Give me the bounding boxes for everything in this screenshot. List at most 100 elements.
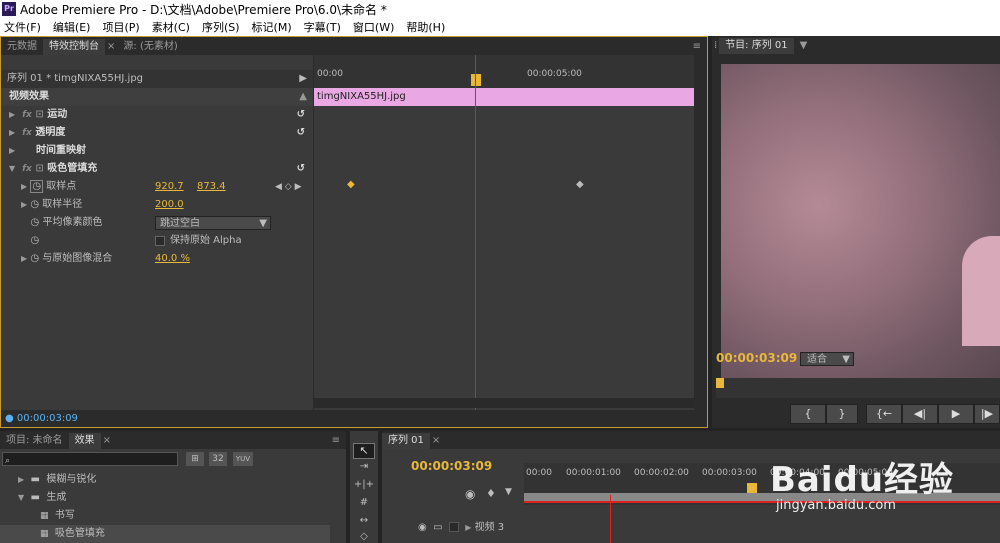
tab-effects[interactable]: 效果	[68, 433, 101, 449]
program-scrubber[interactable]	[716, 378, 1000, 398]
collapse-icon[interactable]: ▲	[299, 88, 307, 106]
menu-project[interactable]: 项目(P)	[102, 19, 139, 35]
preserve-alpha-checkbox[interactable]	[155, 236, 165, 246]
stopwatch-icon[interactable]: ◷	[30, 180, 44, 193]
film-icon[interactable]: ▭	[433, 522, 442, 533]
marker-add-icon[interactable]: ▼	[505, 487, 512, 497]
video-frame	[721, 64, 1000, 378]
menu-sequence[interactable]: 序列(S)	[202, 19, 240, 35]
effect-controls-panel: 元数据 特效控制台 × 源: (无素材) ≡ 序列 01 * timgNIXA5…	[0, 36, 708, 428]
tab-effect-controls[interactable]: 特效控制台	[43, 39, 105, 55]
menu-window[interactable]: 窗口(W)	[353, 19, 394, 35]
tree-item-generate[interactable]: ▼ ▬ 生成	[0, 489, 330, 507]
search-input[interactable]: ⌕	[2, 452, 178, 466]
tab-program[interactable]: 节目: 序列 01	[719, 38, 794, 54]
play-button[interactable]: ▶	[938, 404, 974, 424]
menu-marker[interactable]: 标记(M)	[252, 19, 292, 35]
chevron-down-icon[interactable]: ▼	[794, 38, 814, 54]
tab-metadata[interactable]: 元数据	[1, 39, 43, 55]
transform-icon: ⊡	[35, 163, 44, 174]
keyframe-icon[interactable]: ◆	[576, 179, 584, 190]
collapse-icon: ▼	[9, 164, 16, 173]
close-icon[interactable]: ×	[101, 433, 113, 449]
step-forward-button[interactable]: |▶	[974, 404, 1000, 424]
sample-point-y[interactable]: 873.4	[197, 178, 226, 196]
effect-properties: 序列 01 * timgNIXA55HJ.jpg ▶ 视频效果 ▲ ▶ fx ⊡…	[1, 55, 313, 410]
blend-value[interactable]: 40.0 %	[155, 250, 190, 268]
rate-stretch-tool-icon[interactable]: ↔	[353, 515, 375, 531]
average-color-dropdown[interactable]: 跳过空白 ▼	[155, 216, 271, 230]
stopwatch-icon[interactable]: ◷	[30, 253, 39, 264]
effect-ruler[interactable]: 00:00 00:00:05:00	[314, 55, 694, 88]
effect-timecode[interactable]: ● 00:00:03:09	[1, 410, 707, 427]
mark-in-button[interactable]: {	[790, 404, 826, 424]
marker-icon[interactable]: ♦	[486, 487, 496, 500]
prop-preserve-alpha: ◷ 保持原始 Alpha	[1, 232, 313, 250]
mark-out-button[interactable]: }	[826, 404, 858, 424]
clip-bar[interactable]: timgNIXA55HJ.jpg	[314, 88, 694, 106]
effect-motion[interactable]: ▶ fx ⊡ 运动 ↺	[1, 106, 313, 124]
effect-time-remap[interactable]: ▶ 时间重映射	[1, 142, 313, 160]
tab-project[interactable]: 项目: 未命名	[0, 433, 69, 449]
tree-item-blur-sharpen[interactable]: ▶ ▬ 模糊与锐化	[0, 471, 330, 489]
timeline-timecode[interactable]: 00:00:03:09	[411, 459, 492, 473]
ripple-edit-tool-icon[interactable]: +|+	[353, 479, 375, 495]
selection-tool-icon[interactable]: ↖	[353, 443, 375, 459]
title-bar: Pr Adobe Premiere Pro - D:\文档\Adobe\Prem…	[0, 0, 1000, 18]
effect-eyedropper-fill[interactable]: ▼ fx ⊡ 吸色管填充 ↺	[1, 160, 313, 178]
tab-sequence[interactable]: 序列 01	[382, 433, 430, 449]
grip-icon[interactable]: ⁞	[712, 38, 719, 54]
stopwatch-icon[interactable]: ◷	[31, 235, 40, 246]
program-timecode[interactable]: 00:00:03:09	[716, 351, 797, 365]
play-triangle-icon[interactable]: ▶	[299, 70, 307, 88]
sample-point-x[interactable]: 920.7	[155, 178, 184, 196]
folder-icon: ▬	[30, 492, 40, 503]
expand-icon: ▶	[21, 182, 28, 191]
playhead-handle[interactable]	[716, 378, 724, 388]
tree-item-write[interactable]: ▦ 书写	[0, 507, 330, 525]
effect-opacity[interactable]: ▶ fx 透明度 ↺	[1, 124, 313, 142]
keyframe-nav[interactable]: ◀ ◇ ▶	[275, 178, 302, 196]
track-select-tool-icon[interactable]: ⇥	[353, 461, 375, 477]
menu-clip[interactable]: 素材(C)	[152, 19, 190, 35]
panel-menu-icon[interactable]: ≡	[687, 39, 707, 55]
playhead-line	[610, 495, 611, 543]
tree-item-eyedropper-fill[interactable]: ▦ 吸色管填充	[0, 525, 330, 543]
v-scrollbar[interactable]	[694, 55, 707, 410]
window-title: Adobe Premiere Pro - D:\文档\Adobe\Premier…	[20, 2, 387, 17]
menu-file[interactable]: 文件(F)	[4, 19, 41, 35]
reset-icon[interactable]: ↺	[297, 106, 305, 124]
lock-icon[interactable]	[448, 522, 459, 532]
badge-32[interactable]: 32	[209, 452, 227, 466]
stopwatch-icon[interactable]: ◷	[31, 217, 40, 228]
snap-icon[interactable]: ◉	[465, 487, 475, 501]
eye-icon[interactable]: ◉	[418, 522, 427, 533]
rolling-edit-tool-icon[interactable]: #	[353, 497, 375, 513]
panel-menu-icon[interactable]: ≡	[326, 433, 346, 449]
tools-panel: ↖ ⇥ +|+ # ↔ ◇	[350, 431, 378, 543]
keyframe-icon[interactable]: ◆	[347, 179, 355, 190]
h-scrollbar[interactable]	[314, 398, 694, 408]
program-monitor: ⁞ 节目: 序列 01 ▼ 00:00:03:09 适合 ▼ { } {← ◀| …	[712, 36, 1000, 428]
badge-yuv[interactable]: YUV	[233, 452, 253, 466]
reset-icon[interactable]: ↺	[297, 124, 305, 142]
menu-title[interactable]: 字幕(T)	[304, 19, 341, 35]
go-to-in-button[interactable]: {←	[866, 404, 902, 424]
fit-dropdown[interactable]: 适合 ▼	[800, 352, 854, 366]
menu-help[interactable]: 帮助(H)	[406, 19, 445, 35]
menu-edit[interactable]: 编辑(E)	[53, 19, 91, 35]
sequence-label: 序列 01 * timgNIXA55HJ.jpg ▶	[1, 70, 313, 88]
stopwatch-icon[interactable]: ◷	[30, 199, 39, 210]
sample-radius-value[interactable]: 200.0	[155, 196, 184, 214]
step-back-button[interactable]: ◀|	[902, 404, 938, 424]
playhead-handle[interactable]	[471, 74, 481, 86]
expand-icon: ▶	[9, 110, 16, 119]
folder-icon: ▬	[30, 474, 40, 485]
reset-icon[interactable]: ↺	[297, 160, 305, 178]
close-icon[interactable]: ×	[105, 39, 117, 55]
tab-source[interactable]: 源: (无素材)	[117, 39, 183, 55]
playhead-line	[475, 55, 476, 410]
new-bin-icon[interactable]: ⊞	[186, 452, 204, 466]
close-icon[interactable]: ×	[430, 433, 442, 449]
razor-tool-icon[interactable]: ◇	[353, 531, 375, 543]
